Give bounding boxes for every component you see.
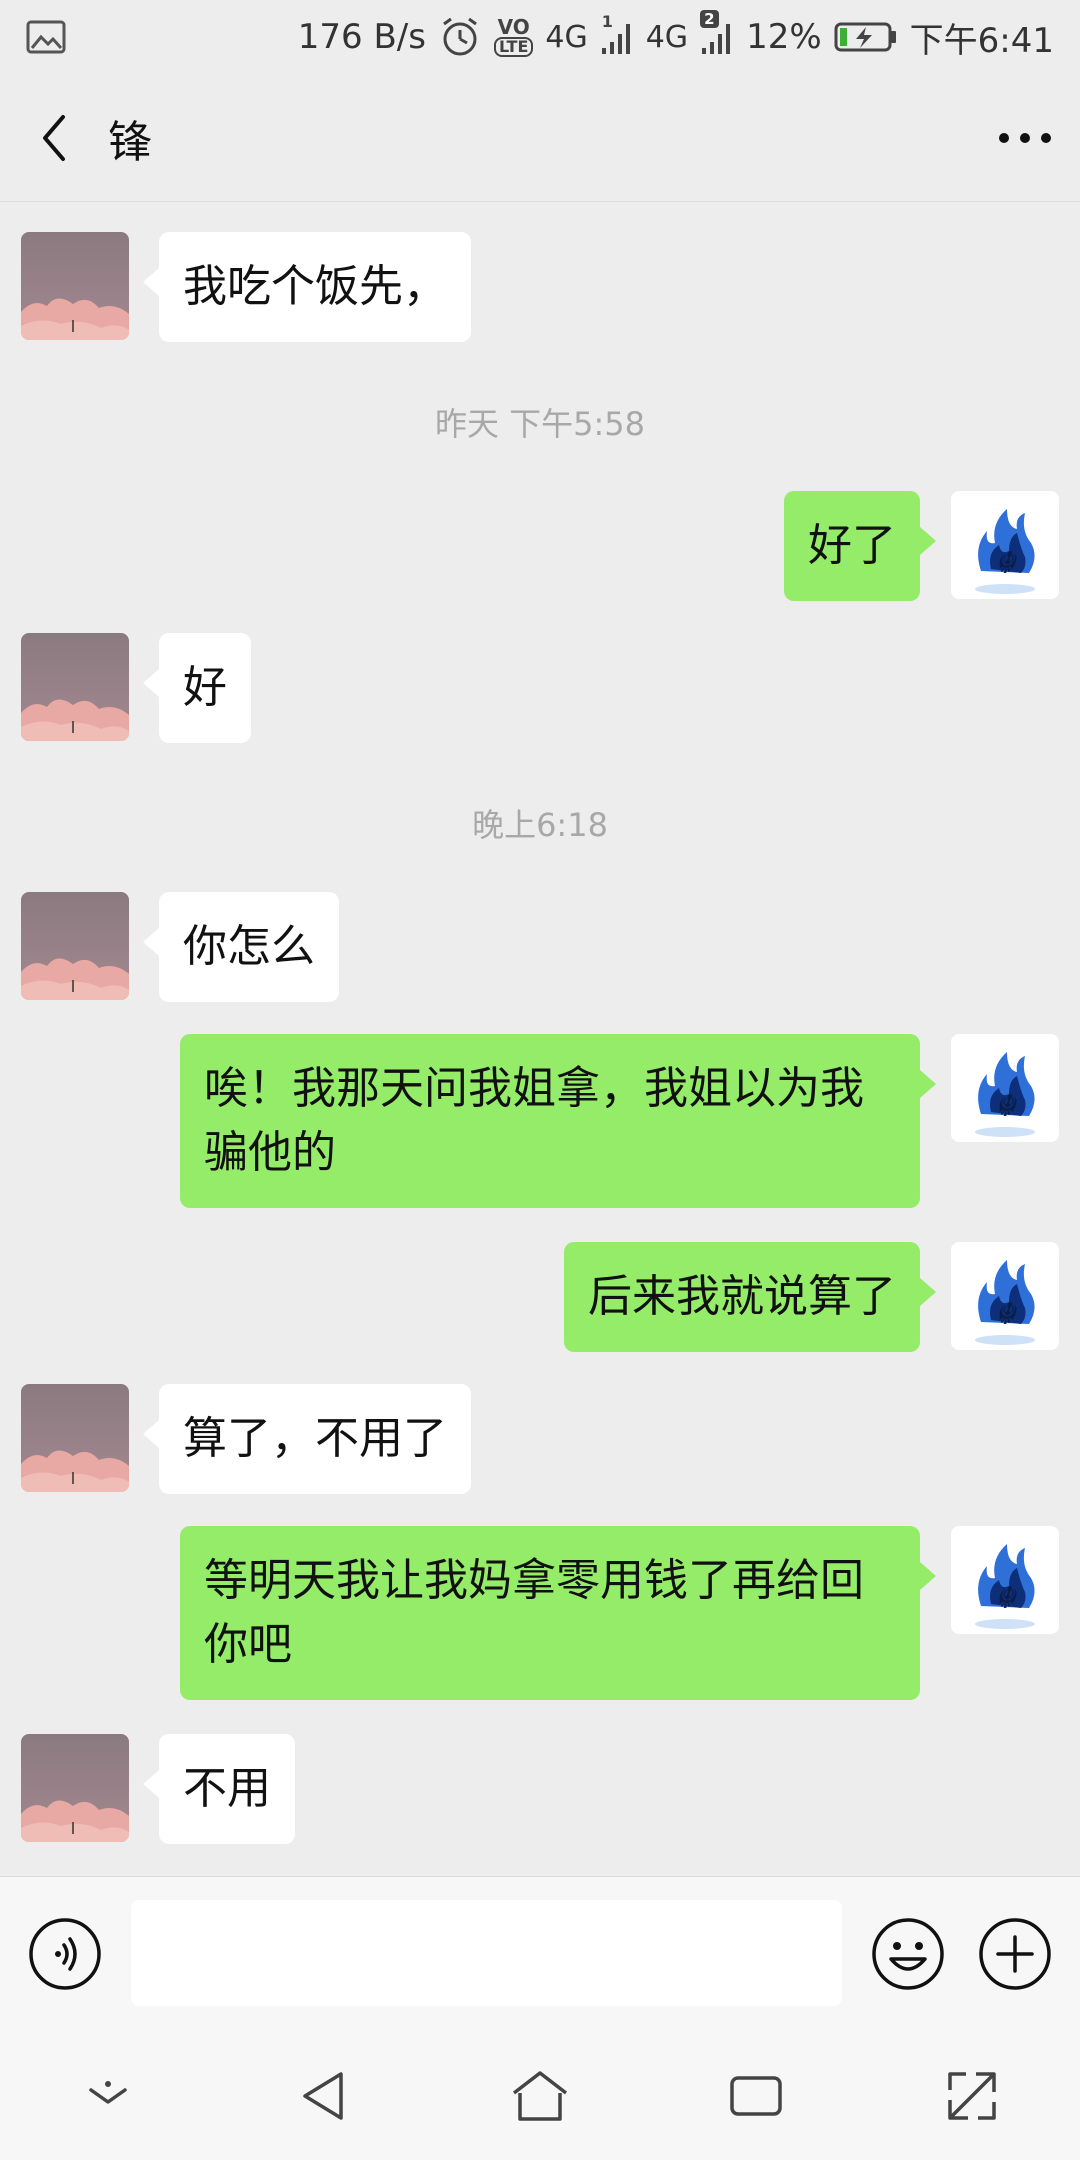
svg-text:☬: ☬ bbox=[994, 546, 1017, 581]
message-text: 后来我就说算了 bbox=[588, 1271, 896, 1322]
peer-message-bubble[interactable]: 好 bbox=[143, 633, 251, 743]
self-message-bubble[interactable]: 好了 bbox=[784, 491, 936, 601]
volte-icon: VO LTE bbox=[493, 15, 534, 57]
chat-title: 锋 bbox=[108, 116, 152, 168]
peer-message-bubble[interactable]: 你怎么 bbox=[143, 892, 339, 1002]
message-text-line: 唉！我那天问我姐拿，我姐以为我 bbox=[204, 1063, 864, 1114]
back-button[interactable] bbox=[6, 74, 102, 202]
triangle-back-icon bbox=[303, 2071, 343, 2120]
chat-header: 锋 bbox=[0, 74, 1080, 202]
peer-avatar[interactable] bbox=[21, 633, 129, 741]
sim2-index: 2 bbox=[700, 10, 719, 28]
chevron-left-icon bbox=[43, 114, 65, 161]
message-text: 好了 bbox=[808, 520, 896, 571]
nav-recents-button[interactable] bbox=[706, 2046, 806, 2146]
peer-message-bubble[interactable]: 我吃个饭先， bbox=[143, 232, 471, 342]
peer-message-bubble[interactable]: 不用 bbox=[143, 1734, 295, 1844]
plus-circle-icon bbox=[979, 1918, 1051, 1990]
more-dots-icon bbox=[999, 132, 1051, 143]
expand-arrows-icon bbox=[948, 2071, 996, 2120]
network-speed: 176 B/s bbox=[297, 17, 426, 57]
voice-input-button[interactable] bbox=[28, 1917, 102, 1991]
message-text-line: 你吧 bbox=[204, 1619, 292, 1670]
message-text: 你怎么 bbox=[183, 921, 315, 972]
self-avatar[interactable]: ☬ bbox=[951, 1242, 1059, 1350]
self-avatar[interactable]: ☬ bbox=[951, 1526, 1059, 1634]
timestamp: 晚上6:18 bbox=[472, 806, 608, 844]
message-text-line: 骗他的 bbox=[204, 1127, 336, 1178]
message-text: 好 bbox=[183, 662, 227, 713]
chevron-down-dot-icon bbox=[89, 2080, 127, 2104]
peer-avatar[interactable] bbox=[21, 232, 129, 340]
gallery-notification-icon bbox=[26, 20, 66, 54]
timestamp: 昨天 下午5:58 bbox=[434, 405, 646, 443]
self-avatar[interactable]: ☬ bbox=[951, 491, 1059, 599]
svg-text:☬: ☬ bbox=[994, 1581, 1017, 1616]
message-text-line: 等明天我让我妈拿零用钱了再给回 bbox=[204, 1555, 864, 1606]
emoji-button[interactable] bbox=[871, 1917, 945, 1991]
message-text: 算了，不用了 bbox=[183, 1413, 447, 1464]
nav-home-button[interactable] bbox=[490, 2046, 590, 2146]
sim1-signal-icon: 1 bbox=[600, 12, 634, 56]
message-input[interactable] bbox=[131, 1900, 842, 2006]
message-text: 我吃个饭先， bbox=[183, 261, 447, 312]
nav-back-button[interactable] bbox=[274, 2046, 374, 2146]
alarm-icon bbox=[438, 15, 482, 59]
voice-icon bbox=[29, 1918, 101, 1990]
lte-label: LTE bbox=[493, 37, 534, 57]
message-text: 不用 bbox=[183, 1763, 271, 1814]
sim2-signal-icon: 2 bbox=[700, 10, 734, 56]
self-message-bubble[interactable]: 唉！我那天问我姐拿，我姐以为我 骗他的 bbox=[180, 1034, 936, 1208]
svg-text:☬: ☬ bbox=[994, 1089, 1017, 1124]
clock: 下午6:41 bbox=[909, 20, 1054, 61]
system-navigation-bar bbox=[0, 2031, 1080, 2160]
peer-message-bubble[interactable]: 算了，不用了 bbox=[143, 1384, 471, 1494]
self-avatar[interactable]: ☬ bbox=[951, 1034, 1059, 1142]
sim2-network-type: 4G bbox=[645, 19, 689, 55]
more-functions-button[interactable] bbox=[978, 1917, 1052, 1991]
volte-label: VO bbox=[497, 15, 530, 39]
hide-navbar-button[interactable] bbox=[58, 2046, 158, 2146]
peer-avatar[interactable] bbox=[21, 1734, 129, 1842]
recents-icon bbox=[730, 2075, 782, 2116]
message-list[interactable]: 我吃个饭先， 昨天 下午5:58 好了 ☬ 好 晚上6:18 你怎么 唉！我那天… bbox=[0, 203, 1080, 1875]
peer-avatar[interactable] bbox=[21, 1384, 129, 1492]
smiley-icon bbox=[872, 1918, 944, 1990]
status-bar: 176 B/s VO LTE 4G 1 4G 2 12% 下午6:41 bbox=[0, 0, 1080, 74]
svg-text:☬: ☬ bbox=[994, 1297, 1017, 1332]
battery-percent: 12% bbox=[746, 17, 822, 57]
peer-avatar[interactable] bbox=[21, 892, 129, 1000]
sim1-index: 1 bbox=[601, 12, 613, 31]
battery-charging-icon bbox=[834, 21, 898, 53]
more-options-button[interactable] bbox=[970, 74, 1080, 202]
nav-expand-button[interactable] bbox=[922, 2046, 1022, 2146]
input-bar bbox=[0, 1876, 1080, 2031]
sim1-network-type: 4G bbox=[545, 19, 588, 55]
home-icon bbox=[512, 2070, 568, 2121]
self-message-bubble[interactable]: 等明天我让我妈拿零用钱了再给回 你吧 bbox=[180, 1526, 936, 1700]
self-message-bubble[interactable]: 后来我就说算了 bbox=[564, 1242, 936, 1352]
